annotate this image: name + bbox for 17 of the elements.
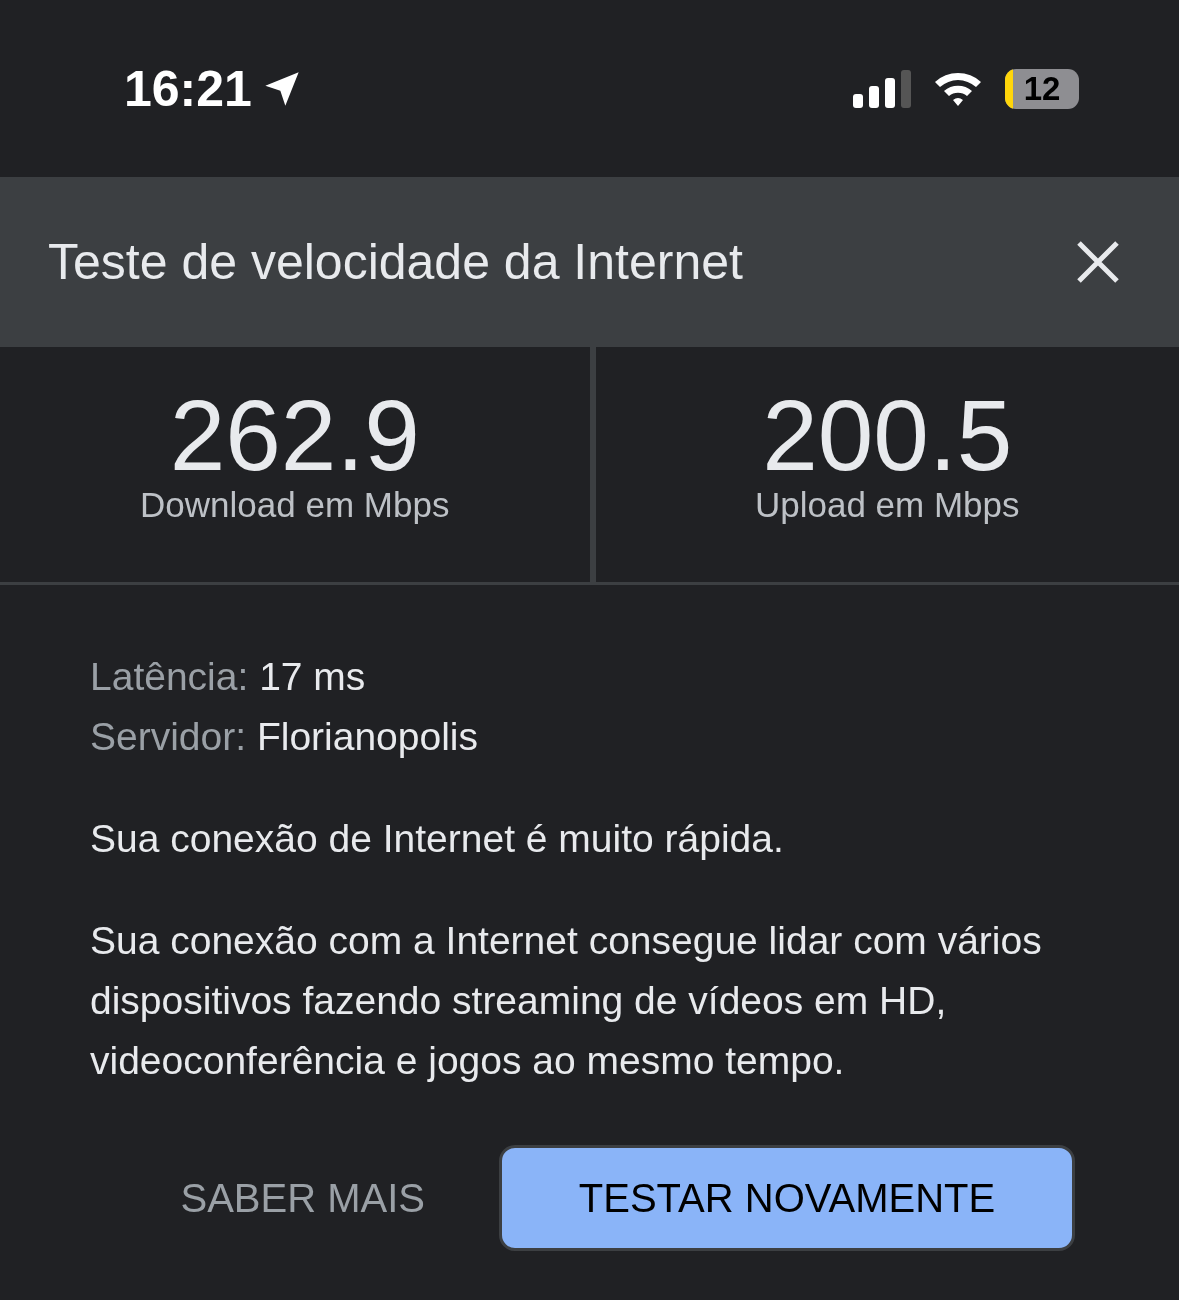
close-button[interactable] [1075, 239, 1121, 285]
signal-icon [853, 69, 911, 108]
speed-value: 200.5 [762, 384, 1013, 485]
description-text: Sua conexão com a Internet consegue lidar com vários dispositivos fazendo streaming de vídeos em HD, videoconferência e jogos ao mesmo tempo. [90, 918, 1043, 1084]
learn-more-button[interactable]: SABER MAIS [106, 1145, 499, 1251]
test-again-button[interactable]: TESTAR NOVAMENTE [499, 1145, 1075, 1251]
speed-label: Upload em Mbps [754, 484, 1020, 525]
detail-label: Servidor: [90, 715, 247, 758]
detail-value: Florianopolis [256, 715, 478, 758]
speed-value: 262.9 [169, 384, 420, 485]
summary-text: Sua conexão de Internet é muito rápida. [90, 816, 785, 862]
speed-label: Download em Mbps [140, 484, 450, 525]
dialog-title: Teste de velocidade da Internet [48, 233, 743, 291]
battery-icon: 12 [1005, 68, 1079, 109]
detail-value: 17 ms [259, 655, 366, 698]
detail-label: Latência: [90, 655, 249, 698]
status-time: 16:21 [124, 59, 252, 118]
